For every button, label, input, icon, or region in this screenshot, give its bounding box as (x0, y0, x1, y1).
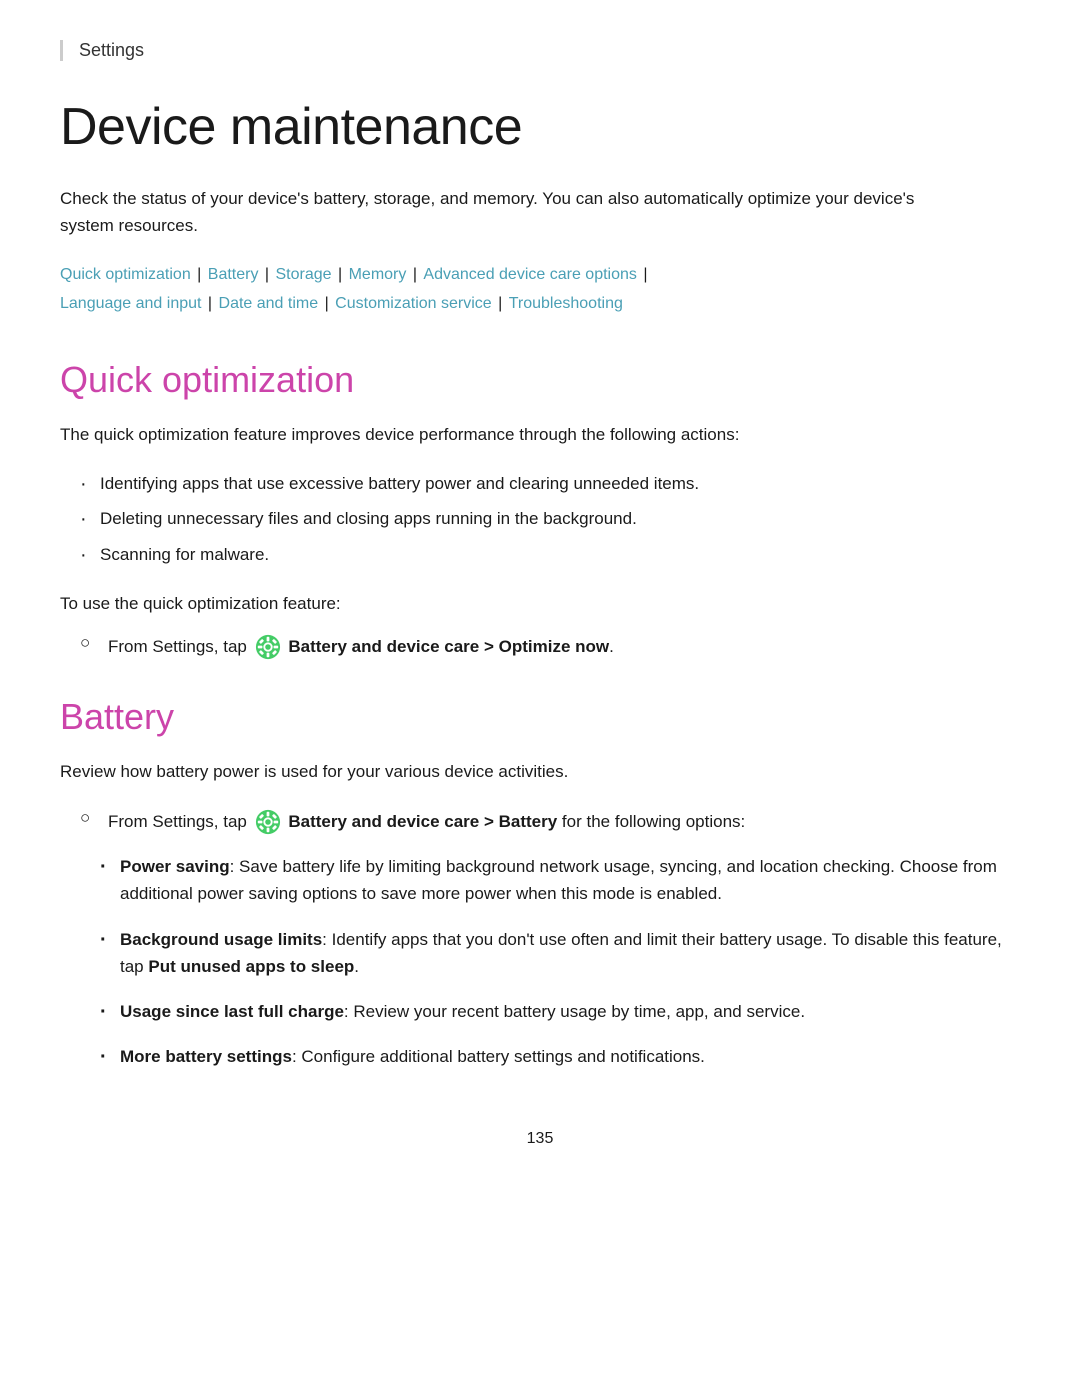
battery-heading: Battery (60, 696, 1020, 738)
battery-put-unused: Put unused apps to sleep (148, 957, 354, 976)
quick-optimization-intro: The quick optimization feature improves … (60, 421, 980, 448)
battery-option-label: Usage since last full charge (120, 1002, 344, 1021)
section-quick-optimization: Quick optimization The quick optimizatio… (60, 359, 1020, 660)
battery-options-list: Power saving: Save battery life by limit… (60, 853, 1020, 1070)
quick-optimization-step-content: From Settings, tap Battery and device ca… (108, 633, 614, 661)
circle-bullet-battery: ○ (80, 808, 100, 828)
nav-link-advanced-device-care[interactable]: Advanced device care options (423, 266, 636, 283)
nav-links: Quick optimization | Battery | Storage |… (60, 261, 1020, 319)
breadcrumb: Settings (60, 40, 1020, 61)
settings-icon (255, 634, 281, 660)
nav-link-quick-optimization[interactable]: Quick optimization (60, 266, 191, 283)
battery-intro: Review how battery power is used for you… (60, 758, 980, 785)
section-battery: Battery Review how battery power is used… (60, 696, 1020, 1070)
nav-link-customization-service[interactable]: Customization service (335, 295, 492, 312)
page-title: Device maintenance (60, 97, 1020, 157)
nav-link-troubleshooting[interactable]: Troubleshooting (509, 295, 623, 312)
quick-optimization-bullets: Identifying apps that use excessive batt… (60, 470, 1020, 568)
battery-option-more-settings: More battery settings: Configure additio… (100, 1043, 1020, 1070)
battery-step-bold: Battery and device care > Battery (288, 812, 557, 831)
page-number: 135 (60, 1130, 1020, 1178)
nav-link-battery[interactable]: Battery (208, 266, 259, 283)
battery-step-content: From Settings, tap Battery and device ca… (108, 808, 745, 836)
bullet-item: Scanning for malware. (80, 541, 1020, 568)
page-intro: Check the status of your device's batter… (60, 185, 960, 239)
battery-option-usage-since: Usage since last full charge: Review you… (100, 998, 1020, 1025)
battery-option-power-saving: Power saving: Save battery life by limit… (100, 853, 1020, 907)
circle-bullet: ○ (80, 633, 100, 653)
nav-link-language-input[interactable]: Language and input (60, 295, 201, 312)
bullet-item: Identifying apps that use excessive batt… (80, 470, 1020, 497)
breadcrumb-label: Settings (79, 40, 144, 60)
battery-step: ○ From Settings, tap Battery and devic (60, 808, 1020, 836)
battery-option-label: More battery settings (120, 1047, 292, 1066)
quick-optimization-heading: Quick optimization (60, 359, 1020, 401)
battery-option-label: Power saving (120, 857, 230, 876)
nav-link-storage[interactable]: Storage (276, 266, 332, 283)
quick-optimization-step-intro: To use the quick optimization feature: (60, 590, 1020, 617)
settings-icon-battery (255, 809, 281, 835)
nav-link-memory[interactable]: Memory (349, 266, 407, 283)
battery-option-label: Background usage limits (120, 930, 322, 949)
battery-option-background-usage: Background usage limits: Identify apps t… (100, 926, 1020, 980)
quick-optimization-step: ○ From Settings, tap Battery and devic (60, 633, 1020, 661)
nav-link-date-time[interactable]: Date and time (219, 295, 319, 312)
quick-optimization-bold: Battery and device care > Optimize now (288, 637, 609, 656)
bullet-item: Deleting unnecessary files and closing a… (80, 505, 1020, 532)
